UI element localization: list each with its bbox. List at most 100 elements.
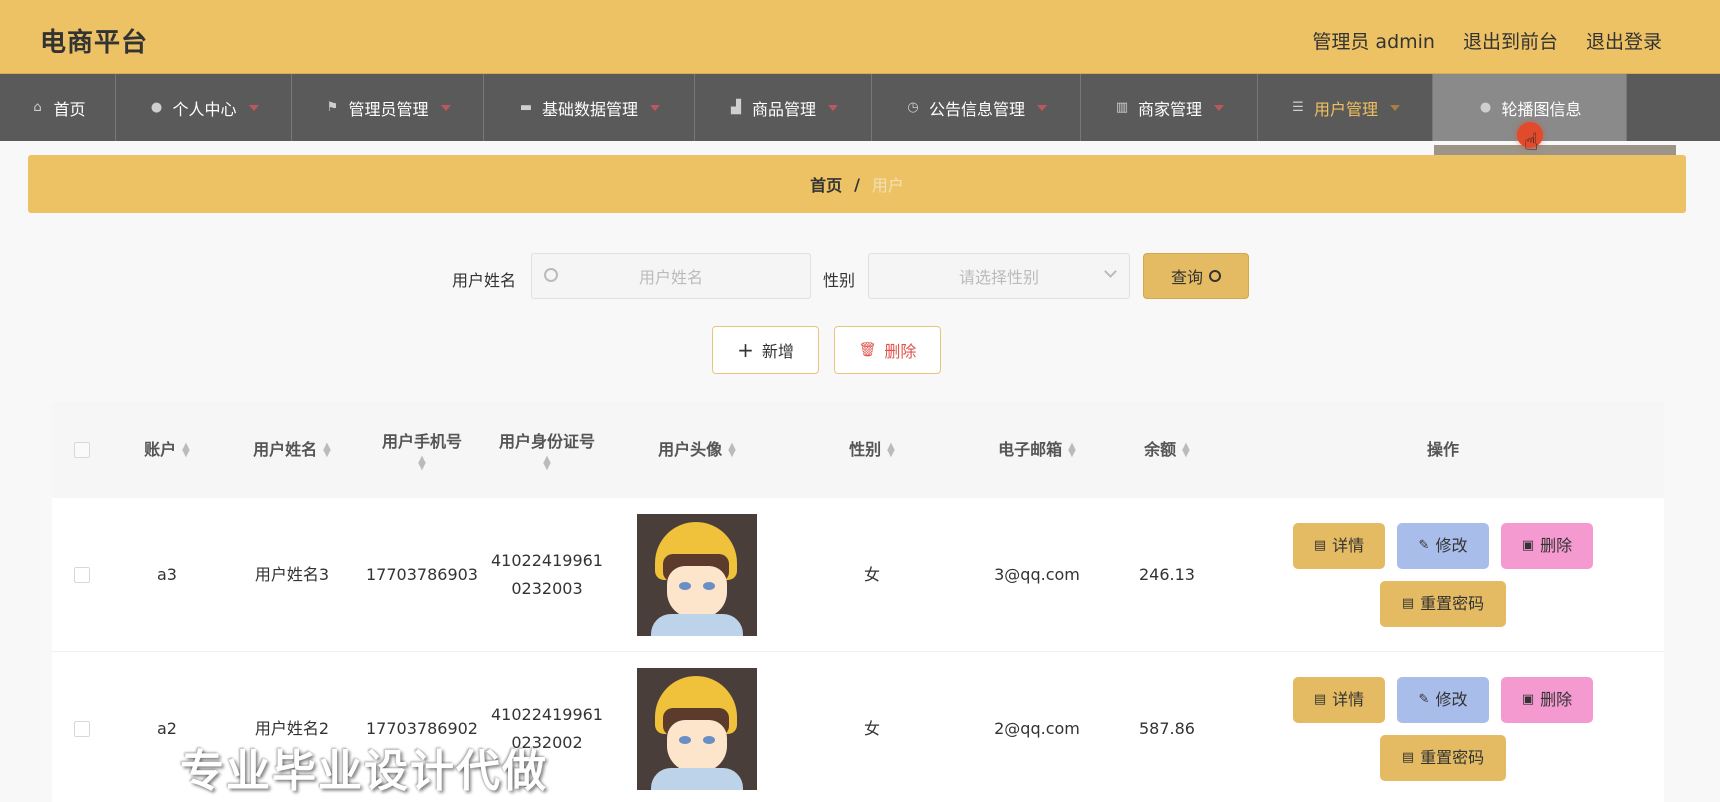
delete-button[interactable]: ▣ 删除 bbox=[1501, 522, 1593, 569]
col-name[interactable]: 用户姓名 ▲ ▼ bbox=[222, 438, 362, 462]
edit-button[interactable]: ✎ 修改 bbox=[1397, 676, 1489, 723]
col-label: 电子邮箱 bbox=[998, 440, 1063, 459]
cell-avatar bbox=[612, 513, 782, 636]
chevron-down-icon bbox=[828, 104, 838, 111]
nav-label: 商家管理 bbox=[1137, 99, 1202, 119]
avatar-image[interactable] bbox=[637, 667, 757, 790]
add-button[interactable]: + 新增 bbox=[712, 326, 819, 374]
gender-select[interactable]: 请选择性别 bbox=[868, 253, 1130, 299]
name-placeholder: 用户姓名 bbox=[638, 268, 703, 287]
sort-icon: ▲ ▼ bbox=[182, 441, 190, 459]
action-toolbar: + 新增 🗑 删除 bbox=[0, 326, 1720, 376]
nav-label: 轮播图信息 bbox=[1501, 99, 1582, 119]
nav-item-basic-data[interactable]: ▬ 基础数据管理 bbox=[484, 74, 695, 141]
sort-icon: ▲ ▼ bbox=[1068, 441, 1076, 459]
header-links: 管理员 admin 退出到前台 退出登录 bbox=[1312, 27, 1662, 54]
cell-avatar bbox=[612, 667, 782, 790]
row-checkbox[interactable] bbox=[74, 566, 90, 583]
detail-button[interactable]: ▤ 详情 bbox=[1293, 676, 1385, 723]
id-line-1: 41022419961 bbox=[491, 550, 603, 570]
document-icon: ▤ bbox=[1401, 749, 1415, 765]
col-avatar[interactable]: 用户头像 ▲ ▼ bbox=[612, 438, 782, 462]
document-icon: ▤ bbox=[1313, 691, 1327, 707]
name-label: 用户姓名 bbox=[452, 271, 517, 290]
logout-link[interactable]: 退出登录 bbox=[1586, 27, 1662, 54]
main-nav: ⌂ 首页 ● 个人中心 ⚑ 管理员管理 ▬ 基础数据管理 ▟ 商品管理 ◷ 公告… bbox=[0, 74, 1720, 141]
row-select-cell bbox=[52, 720, 112, 737]
detail-label: 详情 bbox=[1332, 535, 1365, 555]
document-icon: ▤ bbox=[1313, 537, 1327, 553]
col-label: 性别 bbox=[849, 440, 882, 459]
top-header: 电商平台 管理员 admin 退出到前台 退出登录 bbox=[0, 0, 1720, 74]
name-search-input[interactable]: 用户姓名 bbox=[531, 253, 811, 299]
col-id-card[interactable]: 用户身份证号 ▲ ▼ bbox=[482, 430, 612, 472]
breadcrumb-home[interactable]: 首页 bbox=[810, 172, 842, 196]
col-balance[interactable]: 余额 ▲ ▼ bbox=[1112, 438, 1222, 462]
gender-placeholder: 请选择性别 bbox=[958, 268, 1039, 287]
user-icon: ● bbox=[1479, 99, 1492, 115]
reset-password-button[interactable]: ▤ 重置密码 bbox=[1380, 734, 1506, 781]
col-label: 用户头像 bbox=[658, 440, 723, 459]
cell-balance: 246.13 bbox=[1139, 564, 1195, 584]
col-label: 余额 bbox=[1144, 440, 1177, 459]
sort-icon: ▲ ▼ bbox=[728, 441, 736, 459]
flag-icon: ⚑ bbox=[326, 99, 339, 115]
cell-operations: ▤ 详情 ✎ 修改 ▣ 删除 ▤ 重置密码 bbox=[1222, 676, 1664, 781]
trash-icon: 🗑 bbox=[858, 342, 877, 358]
cell-id-card: 41022419961 0232003 bbox=[482, 547, 612, 603]
table-row: a3 用户姓名3 17703786903 41022419961 0232003… bbox=[52, 498, 1664, 652]
delete-button[interactable]: ▣ 删除 bbox=[1501, 676, 1593, 723]
pencil-icon: ✎ bbox=[1418, 537, 1430, 553]
id-line-1: 41022419961 bbox=[491, 704, 603, 724]
reset-password-button[interactable]: ▤ 重置密码 bbox=[1380, 580, 1506, 627]
batch-delete-button[interactable]: 🗑 删除 bbox=[834, 326, 941, 374]
breadcrumb: 首页 / 用户 bbox=[28, 155, 1686, 213]
nav-label: 管理员管理 bbox=[348, 99, 429, 119]
edit-button[interactable]: ✎ 修改 bbox=[1397, 522, 1489, 569]
delete-label: 删除 bbox=[1540, 535, 1573, 555]
col-email[interactable]: 电子邮箱 ▲ ▼ bbox=[962, 438, 1112, 462]
chart-icon: ▥ bbox=[1115, 99, 1129, 115]
col-gender[interactable]: 性别 ▲ ▼ bbox=[782, 438, 962, 462]
nav-item-notice-manage[interactable]: ◷ 公告信息管理 bbox=[872, 74, 1081, 141]
col-operations: 操作 bbox=[1222, 438, 1664, 462]
nav-item-admin-manage[interactable]: ⚑ 管理员管理 bbox=[292, 74, 484, 141]
sort-icon: ▲ ▼ bbox=[1182, 441, 1190, 459]
nav-item-personal-center[interactable]: ● 个人中心 bbox=[116, 74, 292, 141]
nav-item-home[interactable]: ⌂ 首页 bbox=[0, 74, 116, 141]
plus-icon: + bbox=[737, 338, 754, 362]
cell-balance: 587.86 bbox=[1139, 718, 1195, 738]
col-account[interactable]: 账户 ▲ ▼ bbox=[112, 438, 222, 462]
sliders-icon: ☰ bbox=[1292, 99, 1304, 115]
admin-user-link[interactable]: 管理员 admin bbox=[1312, 27, 1435, 54]
cell-account: a3 bbox=[157, 564, 177, 584]
exit-to-front-link[interactable]: 退出到前台 bbox=[1463, 27, 1558, 54]
row-checkbox[interactable] bbox=[74, 720, 90, 737]
nav-label: 个人中心 bbox=[172, 99, 237, 119]
cell-email: 3@qq.com bbox=[994, 564, 1080, 584]
nav-item-merchant-manage[interactable]: ▥ 商家管理 bbox=[1081, 74, 1258, 141]
chevron-down-icon bbox=[1214, 104, 1224, 111]
reset-label: 重置密码 bbox=[1420, 593, 1485, 613]
avatar-image[interactable] bbox=[637, 513, 757, 636]
search-icon bbox=[544, 268, 558, 282]
chevron-down-icon bbox=[650, 104, 660, 111]
document-icon: ▤ bbox=[1401, 595, 1415, 611]
detail-button[interactable]: ▤ 详情 bbox=[1293, 522, 1385, 569]
col-label: 用户手机号 bbox=[381, 432, 462, 451]
nav-item-user-manage[interactable]: ☰ 用户管理 bbox=[1258, 74, 1433, 141]
col-label: 账户 bbox=[144, 440, 177, 459]
col-phone[interactable]: 用户手机号 ▲ ▼ bbox=[362, 430, 482, 472]
cell-email: 2@qq.com bbox=[994, 718, 1080, 738]
edit-label: 修改 bbox=[1435, 689, 1468, 709]
row-actions: ▤ 详情 ✎ 修改 ▣ 删除 ▤ 重置密码 bbox=[1288, 522, 1598, 627]
hand-cursor-icon: ☝ bbox=[1524, 128, 1539, 156]
home-icon: ⌂ bbox=[33, 99, 42, 115]
shop-icon: ▟ bbox=[730, 99, 741, 115]
query-button[interactable]: 查询 bbox=[1143, 253, 1249, 299]
query-label: 查询 bbox=[1170, 268, 1203, 287]
select-all-checkbox[interactable] bbox=[74, 442, 90, 458]
pencil-icon: ✎ bbox=[1418, 691, 1430, 707]
nav-item-product-manage[interactable]: ▟ 商品管理 bbox=[695, 74, 872, 141]
breadcrumb-current: 用户 bbox=[871, 176, 904, 195]
